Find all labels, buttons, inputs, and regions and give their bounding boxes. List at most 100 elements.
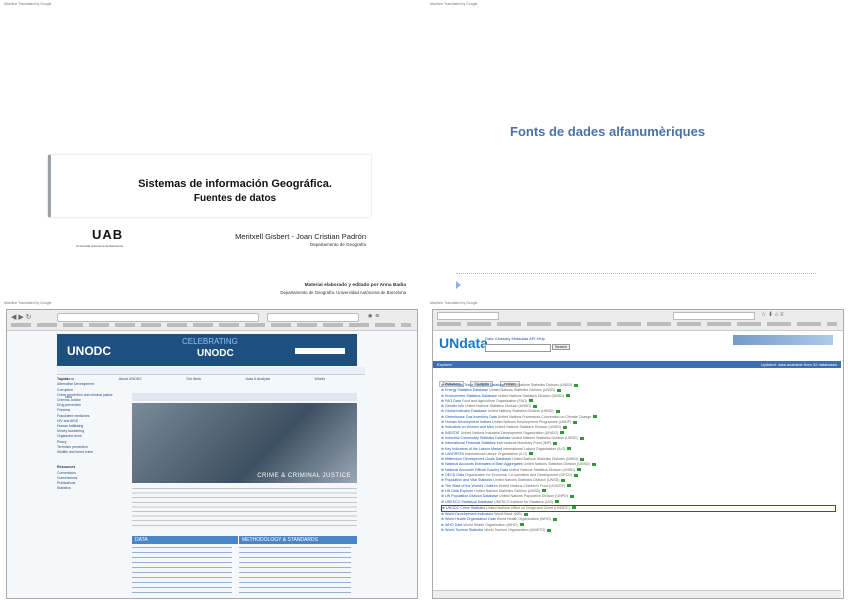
database-name[interactable]: Global Indicator Database xyxy=(445,409,487,413)
search-input[interactable] xyxy=(267,313,359,322)
excel-icon[interactable] xyxy=(547,528,552,532)
database-name[interactable]: Gender Info xyxy=(445,404,464,408)
database-name[interactable]: FAO Data xyxy=(445,399,461,403)
database-name[interactable]: LABORSTA xyxy=(445,452,464,456)
machine-translated-label: Machine Translated by Google xyxy=(430,2,478,6)
undata-logo[interactable]: UNdata xyxy=(439,335,488,351)
excel-icon[interactable] xyxy=(553,441,558,445)
excel-icon[interactable] xyxy=(563,425,568,429)
database-name[interactable]: Human Development Indices xyxy=(445,420,491,424)
banner-title: CRIME & CRIMINAL JUSTICE xyxy=(257,473,351,479)
database-name[interactable]: UNODC Crime Statistics xyxy=(446,506,485,510)
database-source: Food and Agriculture Organization (FAO) xyxy=(461,398,527,403)
excel-icon[interactable] xyxy=(571,506,576,510)
excel-icon[interactable] xyxy=(574,383,579,387)
excel-icon[interactable] xyxy=(528,399,533,403)
database-name[interactable]: Greenhouse Gas Inventory Data xyxy=(445,415,497,419)
database-name[interactable]: OECD Data xyxy=(445,473,464,477)
divider xyxy=(456,273,816,274)
excel-icon[interactable] xyxy=(555,500,560,504)
database-name[interactable]: World Health Organization Data xyxy=(445,517,496,521)
database-name[interactable]: World Development Indicators xyxy=(445,512,493,516)
toolbar-icons[interactable]: ☆ ⬇ ⌂ ≡ xyxy=(761,311,784,318)
excel-icon[interactable] xyxy=(580,457,585,461)
excel-icon[interactable] xyxy=(557,388,562,392)
section-tabs[interactable] xyxy=(132,393,357,401)
address-bar[interactable] xyxy=(437,312,499,320)
menu-help[interactable]: Help xyxy=(537,336,545,341)
sidebar-item[interactable]: Statistics xyxy=(57,486,127,491)
database-name[interactable]: National Accounts Official Country Data xyxy=(445,468,508,472)
database-name[interactable]: Key Indicators of the Labour Market xyxy=(445,447,502,451)
database-name[interactable]: Indicators on Women and Men xyxy=(445,425,494,429)
excel-icon[interactable] xyxy=(542,489,547,493)
address-bar[interactable] xyxy=(57,313,259,322)
database-name[interactable]: WHO Data xyxy=(445,523,462,527)
excel-icon[interactable] xyxy=(561,478,566,482)
excel-icon[interactable] xyxy=(574,473,579,477)
unodc-header: UNODC CELEBRATING UNODC xyxy=(57,334,357,366)
undata-search-input[interactable] xyxy=(485,344,551,352)
excel-icon[interactable] xyxy=(519,523,524,527)
excel-icon[interactable] xyxy=(560,431,565,435)
database-source: United Nations Statistics Division (UNSD… xyxy=(508,467,575,472)
excel-icon[interactable] xyxy=(533,404,538,408)
database-name[interactable]: Millennium Development Goals Database xyxy=(445,457,511,461)
excel-icon[interactable] xyxy=(569,494,574,498)
database-name[interactable]: Population and Vital Statistics xyxy=(445,478,492,482)
site-search-input[interactable] xyxy=(295,348,345,354)
database-name[interactable]: National Accounts Estimates of Main Aggr… xyxy=(445,462,523,466)
database-source: International Labour Organization (ILO) xyxy=(502,446,566,451)
explorer-label: Explorer xyxy=(437,362,452,367)
database-name[interactable]: Industrial Commodity Statistics Database xyxy=(445,436,511,440)
menu-glossary[interactable]: Glossary xyxy=(495,336,511,341)
excel-icon[interactable] xyxy=(567,447,572,451)
database-name[interactable]: Energy Statistics Database xyxy=(445,388,488,392)
database-name[interactable]: World Tourism Statistics xyxy=(445,528,483,532)
database-source: International Labour Organization (ILO) xyxy=(464,451,528,456)
bookmarks-bar xyxy=(437,322,837,326)
database-name[interactable]: The State of the World's Children xyxy=(445,484,498,488)
unodc-logo[interactable]: UNODC xyxy=(67,344,111,358)
menu-icon[interactable]: ★ ≡ xyxy=(367,312,379,320)
share-icons[interactable] xyxy=(733,335,833,345)
excel-icon[interactable] xyxy=(576,468,581,472)
database-source: United Nations Office on Drugs and Crime… xyxy=(486,505,570,510)
database-name[interactable]: International Financial Statistics xyxy=(445,441,496,445)
database-name[interactable]: UNESCO Statistical Database xyxy=(445,500,493,504)
database-row[interactable]: ⊕ UNODC Crime Statistics United Nations … xyxy=(441,504,836,513)
menu-metadata[interactable]: Metadata xyxy=(511,336,528,341)
database-source: United Nations Statistics Division (UNSD… xyxy=(511,435,578,440)
nav-our-work[interactable]: Our Work xyxy=(186,377,201,381)
database-name[interactable]: UN Data Explorer xyxy=(445,489,473,493)
menu-data[interactable]: Data xyxy=(485,336,493,341)
methodology-links[interactable] xyxy=(239,547,351,595)
machine-translated-label: Machine Translated by Google xyxy=(4,301,52,305)
excel-icon[interactable] xyxy=(593,415,598,419)
database-name[interactable]: UN Population Division Database xyxy=(445,494,498,498)
excel-icon[interactable] xyxy=(573,420,578,424)
database-name[interactable]: Commodity Trade Statistics Database xyxy=(445,383,505,387)
database-source: United Nations Statistics Division (UNSD… xyxy=(494,425,562,430)
excel-icon[interactable] xyxy=(552,517,557,521)
excel-icon[interactable] xyxy=(566,394,571,398)
search-button[interactable]: Search xyxy=(552,344,571,350)
excel-icon[interactable] xyxy=(567,484,572,488)
database-row[interactable]: ⊕ World Tourism Statistics World Tourism… xyxy=(441,528,836,533)
database-name[interactable]: Environment Statistics Database xyxy=(445,394,497,398)
find-bar[interactable] xyxy=(433,590,841,598)
excel-icon[interactable] xyxy=(529,452,534,456)
data-links[interactable] xyxy=(132,547,232,595)
nav-data[interactable]: Data & Analysis xyxy=(246,377,271,381)
slide-title: Sistemas de información Geográfica. xyxy=(138,178,332,190)
excel-icon[interactable] xyxy=(579,436,584,440)
excel-icon[interactable] xyxy=(523,512,528,516)
menu-api[interactable]: API xyxy=(529,336,535,341)
excel-icon[interactable] xyxy=(591,463,596,466)
database-name[interactable]: INDSTAT xyxy=(445,431,460,435)
excel-icon[interactable] xyxy=(555,410,560,414)
search-input[interactable] xyxy=(673,312,755,320)
unodc-nav: Home About UNODC Our Work Data & Analysi… xyxy=(57,367,365,399)
back-forward-icon[interactable]: ◀ ▶ ↻ xyxy=(11,313,32,321)
database-source: United Nations Statistics Division (UNSD… xyxy=(512,457,579,462)
